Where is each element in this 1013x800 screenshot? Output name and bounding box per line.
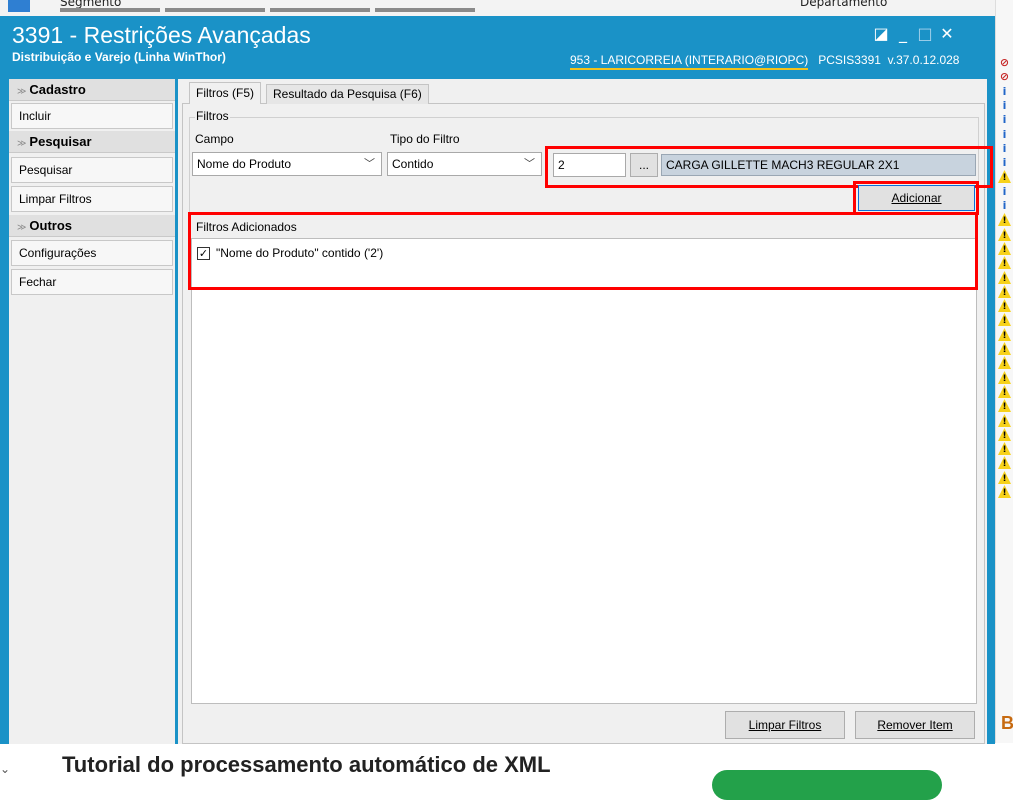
green-action-button[interactable] — [712, 770, 942, 800]
tipo-filtro-select-value: Contido — [392, 157, 434, 171]
filtros-adicionados-list — [191, 238, 977, 704]
sidebar-group-label: Pesquisar — [29, 134, 92, 149]
chevron-double-down-icon: ≫ — [17, 138, 27, 148]
background-divider — [375, 8, 475, 12]
remover-item-button-label: Remover Item — [877, 718, 953, 732]
sidebar-item-incluir[interactable]: Incluir — [11, 103, 173, 129]
background-app-header: Segmento Departamento — [0, 0, 1013, 16]
warning-icon: ! — [998, 242, 1011, 255]
window-subtitle: Distribuição e Varejo (Linha WinThor) — [12, 50, 226, 64]
no-icon: ⊘ — [999, 70, 1010, 83]
info-icon: i — [1002, 113, 1007, 126]
info-icon: i — [1002, 199, 1007, 212]
sidebar-item-configuracoes[interactable]: Configurações — [11, 240, 173, 266]
chevron-double-down-icon: ≫ — [17, 86, 27, 96]
background-letter: B — [1001, 713, 1013, 733]
tipo-filtro-select[interactable]: Contido ﹀ — [387, 152, 542, 176]
info-icon: i — [1002, 128, 1007, 141]
sidebar-group-cadastro[interactable]: ≫ Cadastro — [9, 79, 175, 101]
limpar-filtros-button[interactable]: Limpar Filtros — [725, 711, 845, 739]
tab-resultado[interactable]: Resultado da Pesquisa (F6) — [266, 84, 429, 104]
background-app-logo — [8, 0, 30, 12]
warning-icon: ! — [998, 399, 1011, 412]
warning-icon: ! — [998, 299, 1011, 312]
minimize-icon[interactable]: _ — [892, 24, 914, 43]
remover-item-button[interactable]: Remover Item — [855, 711, 975, 739]
info-icon: i — [1002, 156, 1007, 169]
warning-icon: ! — [998, 285, 1011, 298]
program-code: PCSIS3391 — [818, 53, 881, 67]
chevron-down-icon: ﹀ — [364, 158, 375, 170]
sidebar-group-outros[interactable]: ≫ Outros — [9, 215, 175, 237]
warning-icon: ! — [998, 256, 1011, 269]
warning-icon: ! — [998, 271, 1011, 284]
highlight-add-button — [853, 181, 979, 215]
tipo-filtro-label: Tipo do Filtro — [390, 132, 460, 146]
chevron-double-down-icon: ≫ — [17, 222, 27, 232]
window-title: 3391 - Restrições Avançadas — [12, 22, 311, 48]
sidebar-item-limpar-filtros[interactable]: Limpar Filtros — [11, 186, 173, 212]
warning-icon: ! — [998, 385, 1011, 398]
warning-icon: ! — [998, 485, 1011, 498]
warning-icon: ! — [998, 371, 1011, 384]
background-department-label: Departamento — [800, 0, 888, 9]
chevron-down-icon: ⌄ — [0, 762, 11, 776]
info-icon: i — [1002, 142, 1007, 155]
sidebar: ≫ Cadastro Incluir ≫ Pesquisar Pesquisar L… — [9, 79, 175, 744]
user-info: 953 - LARICORREIA (INTERARIO@RIOPC) PCSI… — [570, 53, 960, 70]
background-divider — [270, 8, 370, 12]
warning-icon: ! — [998, 442, 1011, 455]
warning-icon: ! — [998, 414, 1011, 427]
program-version: v.37.0.12.028 — [887, 53, 960, 67]
sidebar-item-pesquisar[interactable]: Pesquisar — [11, 157, 173, 183]
campo-select-value: Nome do Produto — [197, 157, 292, 171]
close-icon[interactable]: ✕ — [936, 24, 958, 43]
info-icon: i — [1002, 85, 1007, 98]
sidebar-group-label: Outros — [29, 218, 73, 233]
warning-icon: ! — [998, 213, 1011, 226]
chevron-down-icon: ﹀ — [524, 158, 535, 170]
sidebar-item-fechar[interactable]: Fechar — [11, 269, 173, 295]
background-divider — [165, 8, 265, 12]
warning-icon: ! — [998, 356, 1011, 369]
no-icon: ⊘ — [999, 56, 1010, 69]
window-controls: ◪ _ □ ✕ — [870, 24, 958, 43]
filtros-section-label: Filtros — [195, 109, 230, 123]
warning-icon: ! — [998, 228, 1011, 241]
warning-icon: ! — [998, 313, 1011, 326]
background-notification-strip: ⊘ ⊘ i i i i i i! i i!!!!!!!!!!!!!!!!!!!! — [995, 0, 1013, 784]
warning-icon: ! — [998, 328, 1011, 341]
warning-icon: ! — [998, 342, 1011, 355]
warning-icon: ! — [998, 456, 1011, 469]
maximize-icon[interactable]: □ — [914, 24, 936, 43]
tutorial-heading: Tutorial do processamento automático de … — [62, 752, 551, 777]
restore-icon[interactable]: ◪ — [870, 24, 892, 43]
highlight-filtros-adicionados — [188, 212, 978, 290]
background-divider — [60, 8, 160, 12]
warning-icon: ! — [998, 471, 1011, 484]
limpar-filtros-button-label: Limpar Filtros — [748, 718, 822, 732]
info-icon: i — [1002, 99, 1007, 112]
warning-icon: ! — [998, 428, 1011, 441]
sidebar-group-label: Cadastro — [29, 82, 86, 97]
user-name: 953 - LARICORREIA (INTERARIO@RIOPC) — [570, 53, 809, 70]
warning-icon: ! — [998, 170, 1011, 183]
tab-filtros[interactable]: Filtros (F5) — [189, 82, 261, 104]
info-icon: i — [1002, 185, 1007, 198]
sidebar-group-pesquisar[interactable]: ≫ Pesquisar — [9, 131, 175, 153]
campo-label: Campo — [195, 132, 234, 146]
campo-select[interactable]: Nome do Produto ﹀ — [192, 152, 382, 176]
